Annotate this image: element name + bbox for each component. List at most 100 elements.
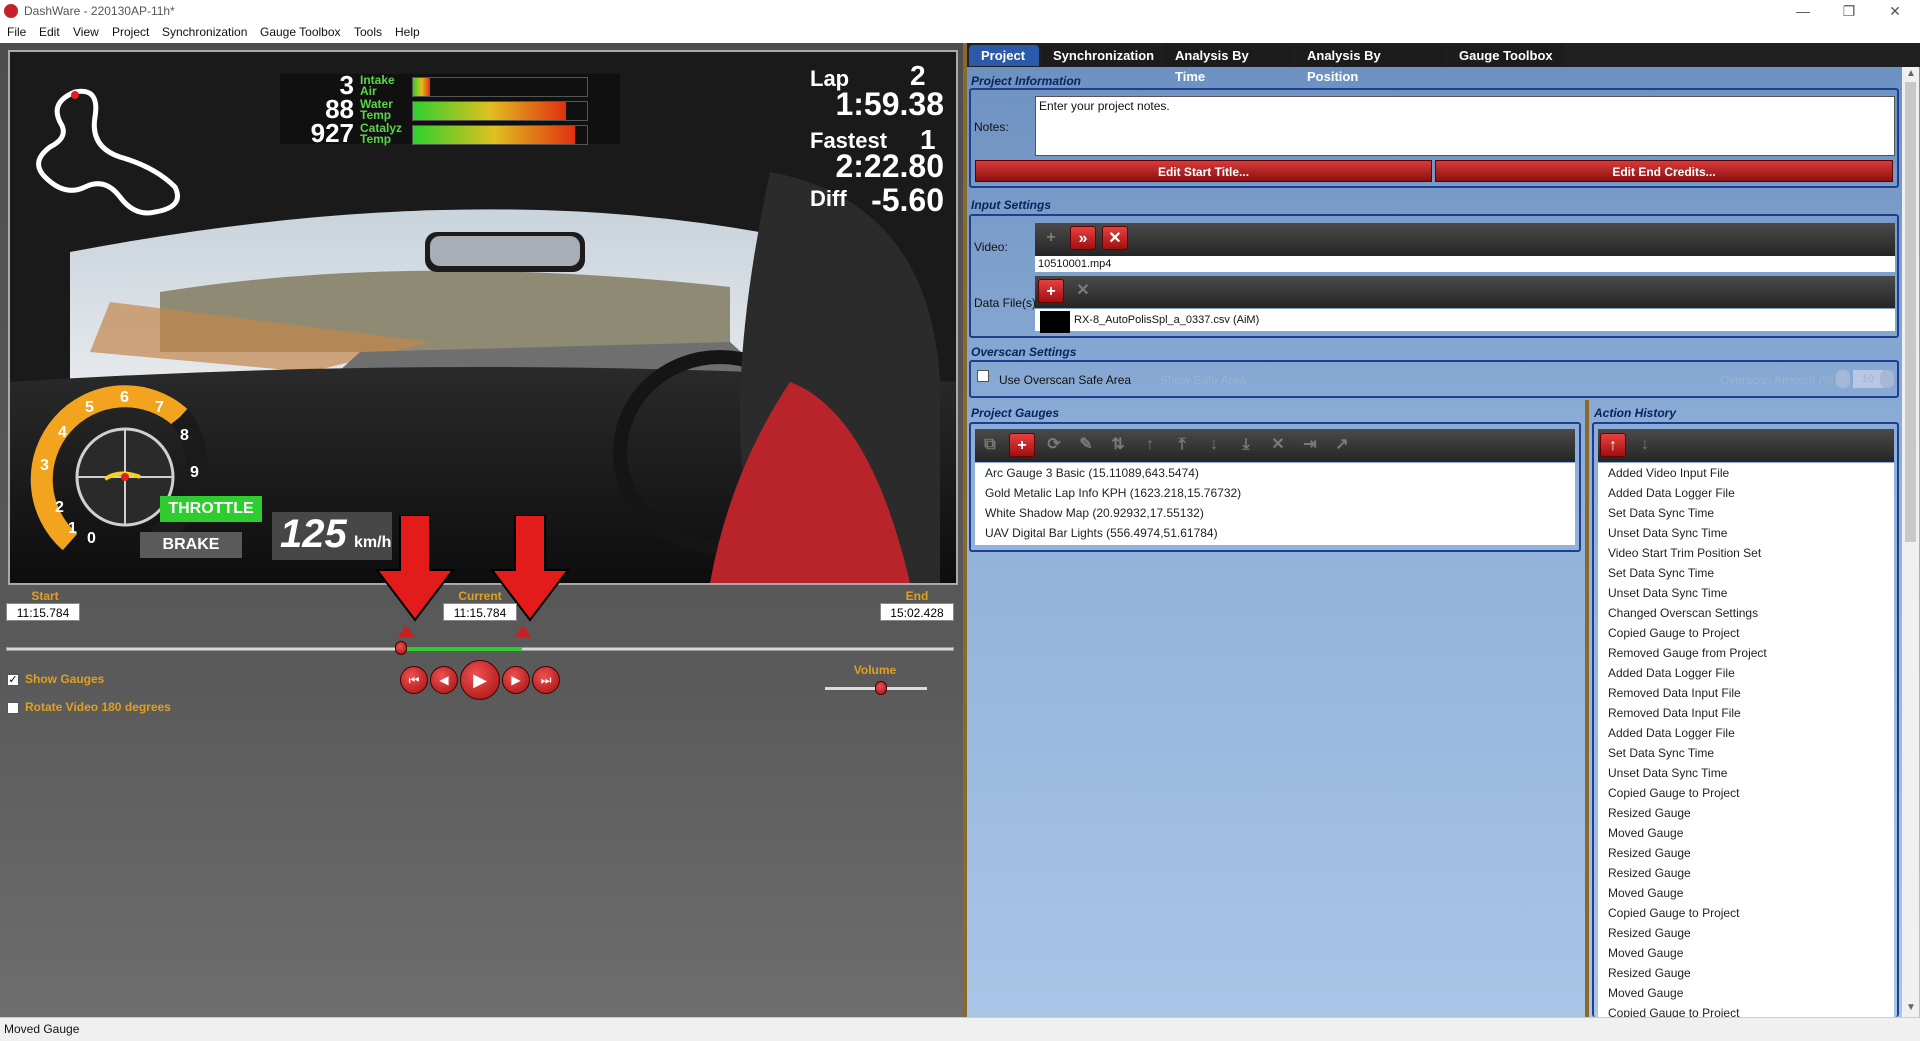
edit-start-title-button[interactable]: Edit Start Title...: [975, 160, 1432, 182]
copy-gauge-icon[interactable]: ⧉: [977, 433, 1003, 457]
menu-file[interactable]: File: [7, 25, 26, 39]
tab-analysis-by-position[interactable]: Analysis By Position: [1295, 45, 1445, 84]
current-time-field[interactable]: 11:15.784: [443, 603, 517, 621]
history-row[interactable]: Added Data Logger File: [1608, 726, 1735, 740]
history-row[interactable]: Resized Gauge: [1608, 926, 1691, 940]
history-row[interactable]: Unset Data Sync Time: [1608, 526, 1727, 540]
close-button[interactable]: ✕: [1872, 0, 1918, 23]
history-row[interactable]: Added Data Logger File: [1608, 486, 1735, 500]
history-row[interactable]: Added Data Logger File: [1608, 666, 1735, 680]
video-file-row[interactable]: 10510001.mp4: [1035, 256, 1895, 272]
rotate-video-checkbox[interactable]: [7, 702, 19, 714]
trim-end-marker[interactable]: [515, 625, 531, 637]
history-row[interactable]: Added Video Input File: [1608, 466, 1729, 480]
volume-thumb[interactable]: [875, 681, 888, 695]
tab-synchronization[interactable]: Synchronization: [1041, 45, 1161, 66]
add-data-file-icon[interactable]: +: [1038, 279, 1064, 303]
notes-textarea[interactable]: Enter your project notes.: [1035, 96, 1895, 156]
scroll-up-icon[interactable]: ▲: [1906, 68, 1916, 79]
rpm-tick-5: 5: [85, 399, 94, 416]
use-overscan-checkbox[interactable]: [977, 370, 989, 382]
sort-gauge-icon[interactable]: ⇅: [1105, 433, 1131, 457]
gauge-row[interactable]: White Shadow Map (20.92932,17.55132): [985, 506, 1204, 520]
input-settings-title: Input Settings: [971, 198, 1051, 212]
tab-project[interactable]: Project: [969, 45, 1039, 66]
tab-gauge-toolbox[interactable]: Gauge Toolbox: [1447, 45, 1565, 66]
history-row[interactable]: Unset Data Sync Time: [1608, 766, 1727, 780]
menu-edit[interactable]: Edit: [39, 25, 60, 39]
add-gauge-icon[interactable]: +: [1009, 433, 1035, 457]
show-safe-area-checkbox[interactable]: [1138, 370, 1150, 382]
video-preview[interactable]: 3 Intake Air 88 Water Temp 927 Catalyz T…: [8, 50, 958, 585]
show-gauges-checkbox[interactable]: ✓: [7, 674, 19, 686]
refresh-gauge-icon[interactable]: ⟳: [1041, 433, 1067, 457]
move-bottom-icon[interactable]: ⤓: [1233, 433, 1259, 457]
step-back-button[interactable]: ◀: [430, 666, 458, 694]
end-time-field[interactable]: 15:02.428: [880, 603, 954, 621]
history-row[interactable]: Unset Data Sync Time: [1608, 586, 1727, 600]
remove-data-file-icon[interactable]: ✕: [1070, 279, 1096, 303]
open-external-icon[interactable]: ↗: [1329, 433, 1355, 457]
overscan-amount-slider[interactable]: [1836, 370, 1850, 388]
history-row[interactable]: Resized Gauge: [1608, 966, 1691, 980]
history-row[interactable]: Moved Gauge: [1608, 826, 1683, 840]
go-to-end-button[interactable]: ⏭: [532, 666, 560, 694]
seek-thumb[interactable]: [395, 641, 407, 655]
play-button[interactable]: ▶: [460, 660, 500, 700]
scroll-down-icon[interactable]: ▼: [1906, 1002, 1916, 1013]
gauge-input-icon[interactable]: ⇥: [1297, 433, 1323, 457]
delete-gauge-icon[interactable]: ✕: [1265, 433, 1291, 457]
history-row[interactable]: Moved Gauge: [1608, 986, 1683, 1000]
maximize-button[interactable]: ❐: [1826, 0, 1872, 23]
menu-tools[interactable]: Tools: [354, 25, 382, 39]
add-video-icon[interactable]: +: [1038, 226, 1064, 250]
history-row[interactable]: Removed Gauge from Project: [1608, 646, 1767, 660]
history-row[interactable]: Resized Gauge: [1608, 846, 1691, 860]
history-row[interactable]: Changed Overscan Settings: [1608, 606, 1758, 620]
edit-end-credits-button[interactable]: Edit End Credits...: [1435, 160, 1893, 182]
start-time-field[interactable]: 11:15.784: [6, 603, 80, 621]
history-row[interactable]: Copied Gauge to Project: [1608, 1006, 1739, 1017]
gauge-row[interactable]: Arc Gauge 3 Basic (15.11089,643.5474): [985, 466, 1199, 480]
history-row[interactable]: Moved Gauge: [1608, 946, 1683, 960]
history-row[interactable]: Removed Data Input File: [1608, 686, 1741, 700]
history-row[interactable]: Set Data Sync Time: [1608, 566, 1714, 580]
menu-synchronization[interactable]: Synchronization: [162, 25, 247, 39]
go-to-start-button[interactable]: ⏮: [400, 666, 428, 694]
minimize-button[interactable]: —: [1780, 0, 1826, 23]
menu-project[interactable]: Project: [112, 25, 149, 39]
move-up-icon[interactable]: ↑: [1137, 433, 1163, 457]
history-row[interactable]: Copied Gauge to Project: [1608, 786, 1739, 800]
move-down-icon[interactable]: ↓: [1201, 433, 1227, 457]
seek-bar[interactable]: [6, 647, 954, 651]
trim-start-marker[interactable]: [398, 625, 414, 637]
menu-gauge-toolbox[interactable]: Gauge Toolbox: [260, 25, 341, 39]
tab-analysis-by-time[interactable]: Analysis By Time: [1163, 45, 1293, 84]
remove-video-icon[interactable]: ✕: [1102, 226, 1128, 250]
history-row[interactable]: Set Data Sync Time: [1608, 506, 1714, 520]
sync-video-icon[interactable]: »: [1070, 226, 1096, 250]
overscan-amount-field[interactable]: 10: [1853, 370, 1883, 388]
history-splitter[interactable]: [1585, 400, 1589, 1017]
scrollbar-thumb[interactable]: [1905, 82, 1916, 542]
history-row[interactable]: Resized Gauge: [1608, 806, 1691, 820]
step-forward-button[interactable]: ▶: [502, 666, 530, 694]
history-row[interactable]: Copied Gauge to Project: [1608, 906, 1739, 920]
edit-gauge-icon[interactable]: ✎: [1073, 433, 1099, 457]
menu-view[interactable]: View: [73, 25, 99, 39]
history-row[interactable]: Copied Gauge to Project: [1608, 626, 1739, 640]
overscan-amount-spinner[interactable]: [1880, 370, 1894, 388]
gauges-list: Arc Gauge 3 Basic (15.11089,643.5474) Go…: [975, 463, 1575, 545]
history-row[interactable]: Set Data Sync Time: [1608, 746, 1714, 760]
history-row[interactable]: Video Start Trim Position Set: [1608, 546, 1761, 560]
menu-help[interactable]: Help: [395, 25, 420, 39]
history-row[interactable]: Moved Gauge: [1608, 886, 1683, 900]
rpm-tick-8: 8: [180, 427, 189, 444]
redo-icon[interactable]: ↓: [1632, 433, 1658, 457]
move-top-icon[interactable]: ⤒: [1169, 433, 1195, 457]
gauge-row[interactable]: Gold Metalic Lap Info KPH (1623.218,15.7…: [985, 486, 1241, 500]
undo-icon[interactable]: ↑: [1600, 433, 1626, 457]
gauge-row[interactable]: UAV Digital Bar Lights (556.4974,51.6178…: [985, 526, 1218, 540]
history-row[interactable]: Resized Gauge: [1608, 866, 1691, 880]
history-row[interactable]: Removed Data Input File: [1608, 706, 1741, 720]
